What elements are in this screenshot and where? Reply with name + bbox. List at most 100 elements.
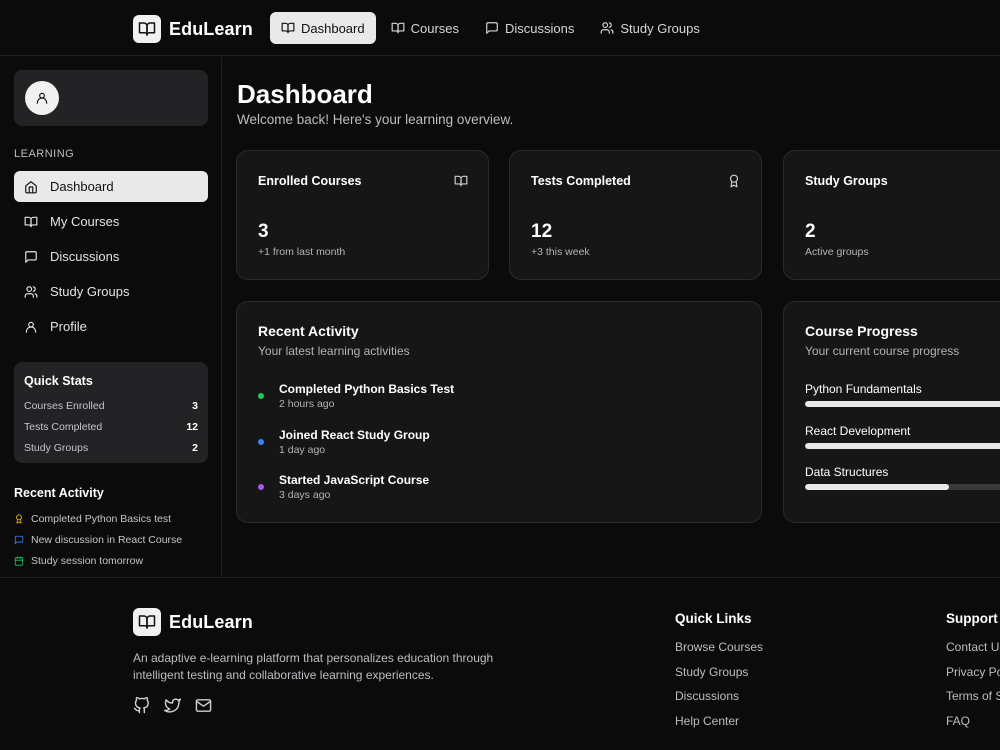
footer-link[interactable]: FAQ (946, 714, 1000, 739)
quick-stat-row: Courses Enrolled 3 (24, 395, 198, 416)
stat-subtext: Active groups (805, 246, 869, 258)
sidebar-item-study-groups[interactable]: Study Groups (14, 276, 208, 307)
quick-stat-label: Study Groups (24, 441, 89, 454)
sidebar-recent-item[interactable]: Study session tomorrow (14, 550, 214, 571)
sidebar-recent-text: Completed Python Basics test (31, 512, 172, 525)
stat-subtext: +3 this week (531, 246, 590, 258)
stat-title: Study Groups (805, 174, 888, 188)
quick-stat-row: Tests Completed 12 (24, 416, 198, 437)
status-dot (258, 393, 264, 399)
award-icon (727, 174, 741, 188)
nav-label: Study Groups (620, 20, 700, 36)
footer-link[interactable]: Privacy Policy (946, 665, 1000, 690)
sidebar-item-label: Study Groups (50, 284, 130, 299)
page-subtitle: Welcome back! Here's your learning overv… (237, 112, 514, 127)
book-open-icon (391, 21, 405, 35)
nav-label: Discussions (505, 20, 575, 36)
nav-discussions[interactable]: Discussions (474, 12, 585, 44)
stat-card-tests-completed: Tests Completed 12 +3 this week (509, 150, 762, 280)
social-links (133, 697, 212, 714)
sidebar-item-profile[interactable]: Profile (14, 311, 208, 342)
twitter-icon[interactable] (164, 697, 181, 714)
sidebar-nav: Dashboard My Courses Discussions Study G… (14, 171, 208, 346)
footer-brand[interactable]: EduLearn (133, 608, 253, 636)
user-icon (24, 320, 38, 334)
book-open-icon (138, 613, 156, 631)
footer-link[interactable]: Terms of Service (946, 689, 1000, 714)
footer-link[interactable]: Discussions (675, 689, 763, 714)
progress-item: Python Fundamentals (805, 382, 1000, 424)
message-square-icon (14, 535, 24, 545)
sidebar-recent-item[interactable]: New discussion in React Course (14, 529, 214, 550)
activity-list: Completed Python Basics Test 2 hours ago… (258, 382, 738, 519)
sidebar-item-label: Discussions (50, 249, 120, 264)
course-name: Python Fundamentals (805, 382, 922, 396)
card-title: Recent Activity (258, 323, 359, 339)
progress-track (805, 442, 1000, 449)
quick-stat-label: Courses Enrolled (24, 399, 105, 412)
footer-link[interactable]: Browse Courses (675, 640, 763, 665)
quick-stat-label: Tests Completed (24, 420, 103, 433)
profile-card[interactable] (14, 70, 208, 126)
footer-link[interactable]: Help Center (675, 714, 763, 739)
nav-label: Dashboard (301, 20, 365, 36)
sidebar-item-my-courses[interactable]: My Courses (14, 206, 208, 237)
avatar[interactable] (25, 81, 59, 115)
card-subtitle: Your latest learning activities (258, 344, 410, 358)
github-icon[interactable] (133, 697, 150, 714)
sidebar-recent-title: Recent Activity (14, 486, 104, 500)
sidebar-item-discussions[interactable]: Discussions (14, 241, 208, 272)
footer-link[interactable]: Contact Us (946, 640, 1000, 665)
activity-item[interactable]: Joined React Study Group 1 day ago (258, 428, 738, 474)
book-open-icon (454, 174, 468, 188)
activity-title: Started JavaScript Course (279, 473, 430, 487)
brand-logo[interactable]: EduLearn (133, 15, 253, 43)
mail-icon[interactable] (195, 697, 212, 714)
book-open-icon (24, 215, 38, 229)
footer-column-title: Quick Links (675, 611, 752, 626)
brand-name: EduLearn (169, 611, 253, 632)
users-icon (600, 21, 614, 35)
quick-stat-value: 2 (192, 441, 198, 454)
footer: EduLearn An adaptive e-learning platform… (0, 577, 1000, 750)
activity-item[interactable]: Started JavaScript Course 3 days ago (258, 473, 738, 519)
quick-stats-title: Quick Stats (24, 374, 93, 388)
status-dot (258, 484, 264, 490)
nav-study-groups[interactable]: Study Groups (589, 12, 711, 44)
activity-time: 2 hours ago (279, 398, 335, 410)
message-square-icon (485, 21, 499, 35)
sidebar-item-label: My Courses (50, 214, 120, 229)
activity-time: 1 day ago (279, 443, 326, 456)
footer-support: Support Contact Us Privacy Policy Terms … (946, 611, 1000, 738)
message-square-icon (24, 250, 38, 264)
nav-courses[interactable]: Courses (380, 12, 470, 44)
stat-title: Tests Completed (531, 174, 631, 188)
footer-quick-links: Quick Links Browse Courses Study Groups … (675, 611, 763, 738)
page-title: Dashboard (237, 79, 373, 109)
main-nav: Dashboard Courses Discussions Study Grou… (270, 12, 711, 44)
award-icon (14, 513, 24, 524)
logo-box (133, 608, 161, 636)
quick-stat-value: 12 (186, 420, 198, 433)
top-navbar: EduLearn Dashboard Courses Discussions S… (0, 0, 1000, 56)
activity-item[interactable]: Completed Python Basics Test 2 hours ago (258, 382, 738, 428)
recent-activity-card: Recent Activity Your latest learning act… (236, 301, 762, 523)
sidebar-item-dashboard[interactable]: Dashboard (14, 171, 208, 202)
card-subtitle: Your current course progress (805, 344, 960, 358)
home-icon (24, 180, 38, 194)
sidebar-item-label: Dashboard (50, 179, 114, 194)
footer-link[interactable]: Study Groups (675, 665, 763, 690)
stat-card-enrolled-courses: Enrolled Courses 3 +1 from last month (236, 150, 489, 280)
quick-stat-row: Study Groups 2 (24, 437, 198, 458)
course-name: Data Structures (805, 465, 889, 479)
footer-column-title: Support (946, 611, 998, 626)
progress-fill (805, 442, 1000, 449)
nav-label: Courses (410, 20, 460, 36)
sidebar-recent-text: New discussion in React Course (31, 533, 183, 546)
progress-fill (805, 484, 949, 490)
nav-dashboard[interactable]: Dashboard (270, 12, 376, 44)
card-title: Course Progress (805, 323, 918, 339)
stat-value: 2 (805, 221, 816, 242)
sidebar-recent-item[interactable]: Completed Python Basics test (14, 508, 214, 529)
activity-title: Joined React Study Group (279, 427, 430, 442)
